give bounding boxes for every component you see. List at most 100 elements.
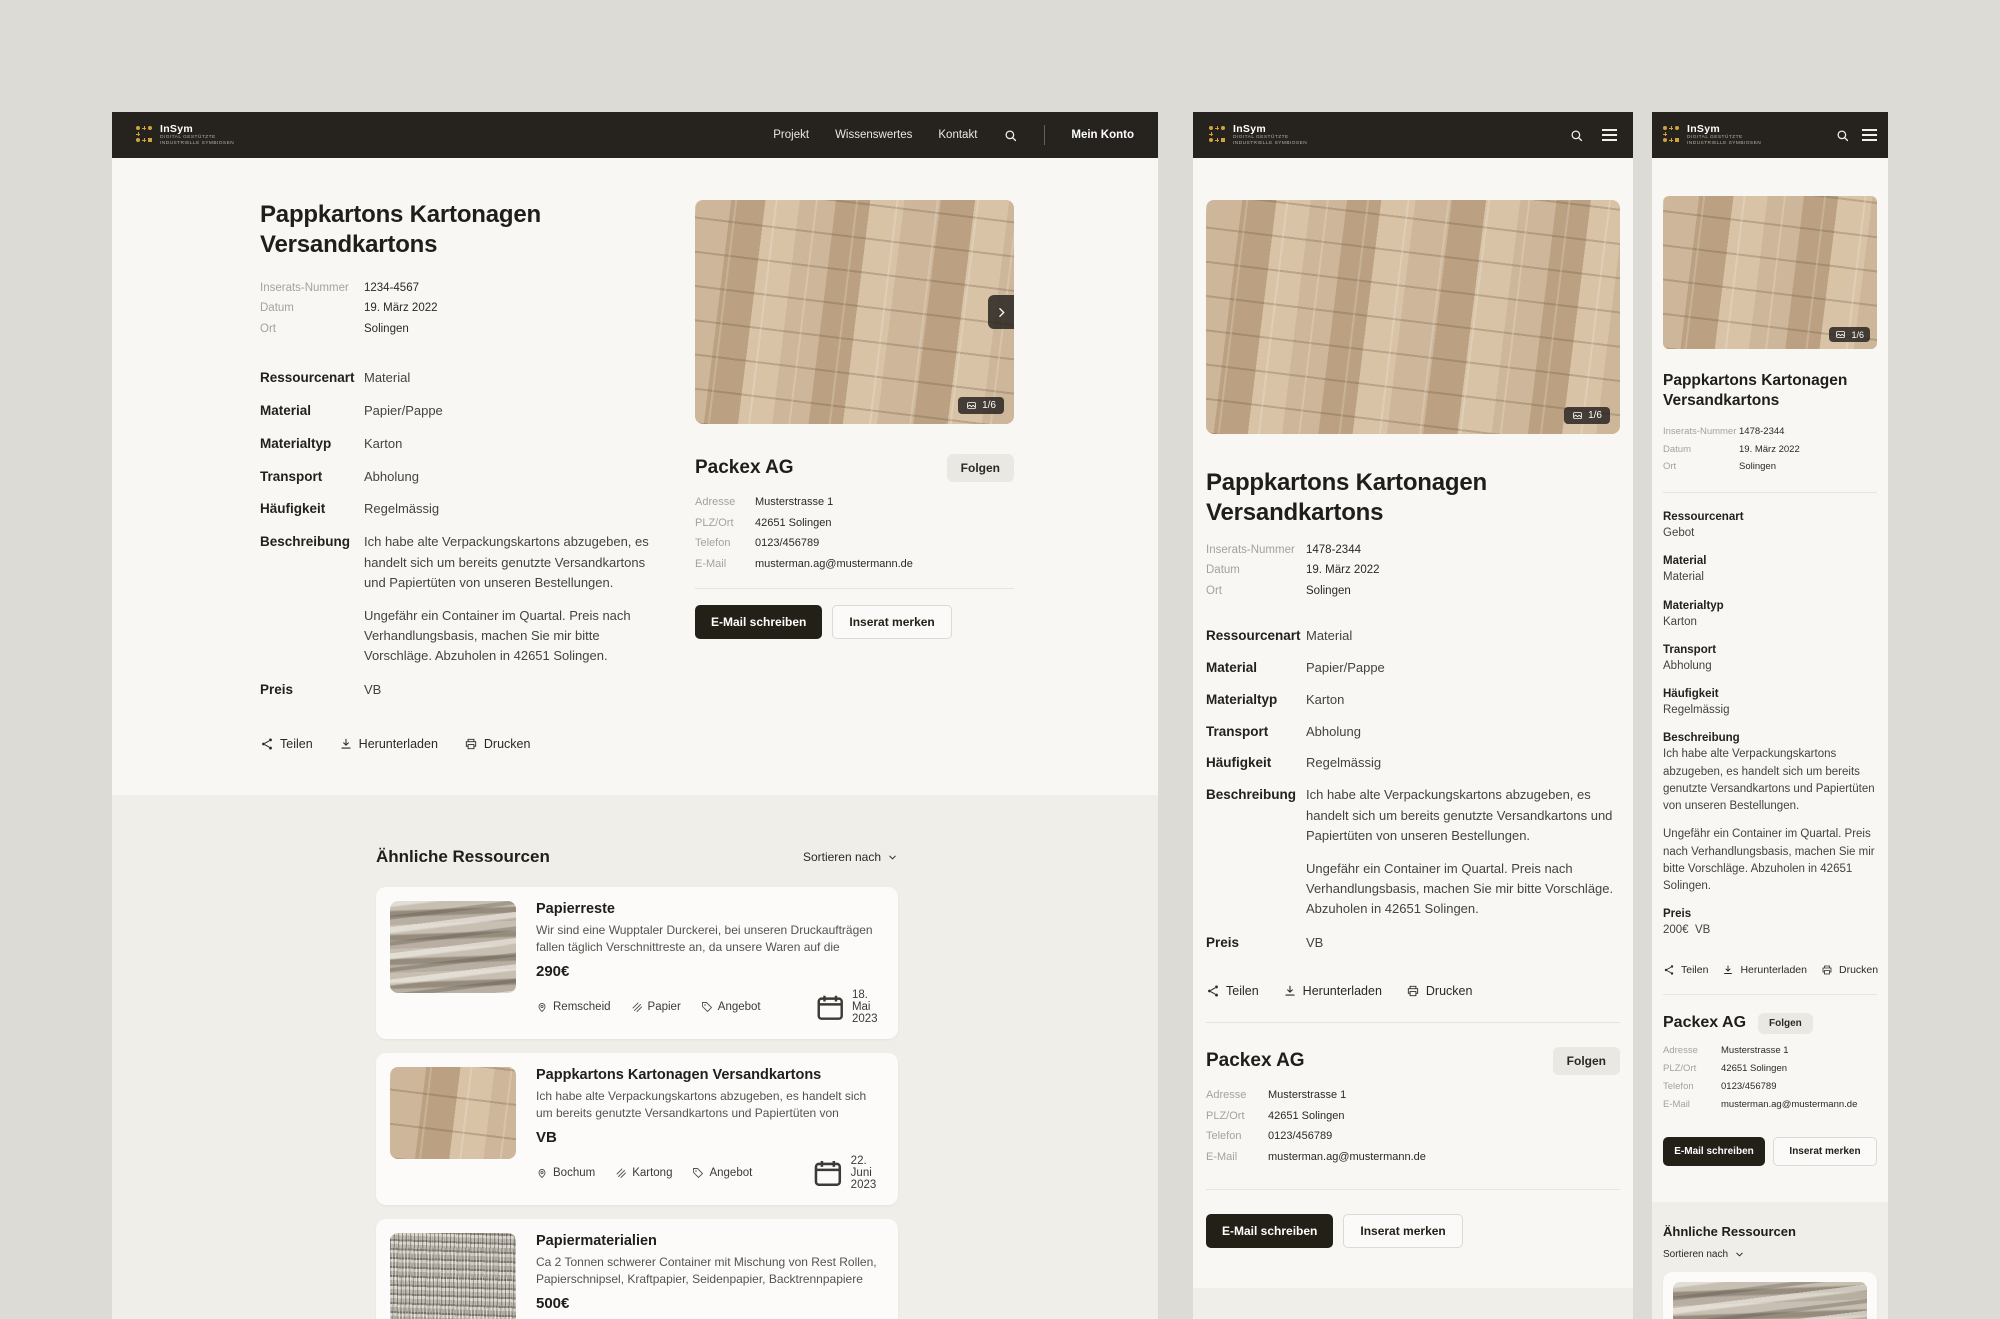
tablet-header: InSym DIGITAL GESTÜTZTE INDUSTRIELLE SYM… (1193, 112, 1633, 158)
similar-resource-card[interactable] (1663, 1272, 1877, 1319)
logo[interactable]: InSym DIGITAL GESTÜTZTE INDUSTRIELLE SYM… (1663, 124, 1761, 145)
similar-resource-card[interactable]: Papierreste Wir sind eine Wupptaler Durc… (376, 887, 898, 1039)
search-icon[interactable] (1835, 128, 1850, 143)
divider (1206, 1022, 1620, 1023)
attr-label: Häufigkeit (1206, 753, 1306, 774)
attr-label: Häufigkeit (1663, 688, 1877, 700)
contact-label: E-Mail (1663, 1098, 1721, 1112)
attr-value: Papier/Pappe (1306, 658, 1620, 679)
company-contact: AdresseMusterstrasse 1 PLZ/Ort42651 Soli… (1663, 1044, 1877, 1113)
card-date: 22. Juni 2023 (810, 1155, 884, 1191)
meta-value: 19. März 2022 (1739, 443, 1800, 457)
description-label: Beschreibung (1206, 785, 1306, 919)
contact-value: musterman.ag@mustermann.de (755, 556, 913, 573)
save-listing-button[interactable]: Inserat merken (1343, 1214, 1462, 1248)
brand-name: InSym (160, 124, 234, 135)
save-listing-button[interactable]: Inserat merken (832, 605, 951, 639)
main-nav: Projekt Wissenswertes Kontakt Mein Konto (773, 125, 1134, 145)
contact-label: Telefon (695, 535, 755, 552)
logo-mark-icon (1663, 126, 1680, 143)
email-button[interactable]: E-Mail schreiben (1663, 1137, 1765, 1166)
menu-icon[interactable] (1862, 127, 1877, 143)
meta-label: Ort (1663, 460, 1739, 474)
email-button[interactable]: E-Mail schreiben (695, 605, 822, 639)
price-label: Preis (1663, 908, 1877, 920)
follow-button[interactable]: Folgen (947, 454, 1014, 482)
meta-value: Solingen (1739, 460, 1776, 474)
download-button[interactable]: Herunterladen (339, 737, 438, 751)
sort-dropdown[interactable]: Sortieren nach (1663, 1249, 1877, 1260)
material-tag: Kartong (615, 1167, 672, 1179)
download-button[interactable]: Herunterladen (1722, 964, 1807, 976)
share-icon (1663, 964, 1675, 976)
follow-button[interactable]: Folgen (1553, 1047, 1620, 1075)
listing-image-carousel[interactable]: 1/6 (1663, 196, 1877, 349)
nav-wissenswertes[interactable]: Wissenswertes (835, 129, 912, 141)
brand-name: InSym (1687, 124, 1761, 135)
meta-value: Solingen (1306, 583, 1351, 600)
listing-image-carousel[interactable]: 1/6 (1206, 200, 1620, 434)
attr-value: Regelmässig (364, 499, 659, 520)
email-button[interactable]: E-Mail schreiben (1206, 1214, 1333, 1248)
logo[interactable]: InSym DIGITAL GESTÜTZTE INDUSTRIELLE SYM… (1209, 124, 1307, 145)
description-text: Ich habe alte Verpackungskartons abzugeb… (1663, 746, 1877, 895)
contact-value: Musterstrasse 1 (1721, 1044, 1789, 1058)
nav-kontakt[interactable]: Kontakt (938, 129, 977, 141)
share-button[interactable]: Teilen (260, 737, 313, 751)
share-button[interactable]: Teilen (1663, 964, 1708, 976)
card-description: Ich habe alte Verpackungskartons abzugeb… (536, 1088, 884, 1122)
calendar-icon (813, 990, 847, 1024)
download-icon (1283, 984, 1297, 998)
image-icon (966, 400, 977, 411)
contact-label: Adresse (1206, 1087, 1268, 1104)
attr-label: Materialtyp (1206, 690, 1306, 711)
print-button[interactable]: Drucken (1821, 964, 1878, 976)
thumbnail-shredded-paper (390, 1233, 516, 1319)
similar-resource-card[interactable]: Papiermaterialien Ca 2 Tonnen schwerer C… (376, 1219, 898, 1319)
contact-value: 0123/456789 (1268, 1128, 1332, 1145)
share-icon (260, 737, 274, 751)
logo-mark-icon (1209, 126, 1226, 143)
download-button[interactable]: Herunterladen (1283, 984, 1382, 998)
meta-label: Inserats-Nummer (260, 280, 364, 297)
meta-value: 19. März 2022 (1306, 562, 1380, 579)
meta-value: 19. März 2022 (364, 300, 438, 317)
brand-name: InSym (1233, 124, 1307, 135)
print-icon (1406, 984, 1420, 998)
thumbnail-paper-waves (1673, 1282, 1867, 1319)
search-icon[interactable] (1003, 128, 1018, 143)
nav-mein-konto[interactable]: Mein Konto (1071, 129, 1134, 141)
attr-label: Materialtyp (1663, 600, 1877, 612)
page-title: Pappkartons Kartonagen Versandkartons (1206, 468, 1536, 528)
similar-resources-section: Ähnliche Ressourcen Sortieren nach Papie… (1193, 1288, 1633, 1319)
meta-value: 1234-4567 (364, 280, 419, 297)
contact-value: 0123/456789 (755, 535, 819, 552)
print-button[interactable]: Drucken (464, 737, 531, 751)
image-icon (1572, 410, 1583, 421)
similar-resource-card[interactable]: Pappkartons Kartonagen Versandkartons Ic… (376, 1053, 898, 1205)
brand-tagline: INDUSTRIELLE SYMBIOSEN (160, 141, 234, 146)
print-button[interactable]: Drucken (1406, 984, 1473, 998)
attr-label: Material (1206, 658, 1306, 679)
sort-dropdown[interactable]: Sortieren nach (803, 850, 898, 864)
image-counter-badge: 1/6 (1564, 407, 1610, 424)
menu-icon[interactable] (1602, 127, 1617, 143)
follow-button[interactable]: Folgen (1758, 1013, 1813, 1034)
listing-image-carousel[interactable]: 1/6 (695, 200, 1014, 424)
save-listing-button[interactable]: Inserat merken (1773, 1137, 1877, 1166)
attr-label: Materialtyp (260, 434, 364, 455)
description-label: Beschreibung (1663, 732, 1877, 744)
attribute-list: RessourcenartMaterial MaterialPapier/Pap… (1206, 626, 1620, 954)
card-title: Pappkartons Kartonagen Versandkartons (536, 1067, 884, 1083)
meta-value: Solingen (364, 321, 409, 338)
carousel-next-button[interactable] (988, 295, 1014, 329)
meta-label: Inserats-Nummer (1663, 425, 1739, 439)
contact-value: 42651 Solingen (1268, 1108, 1344, 1125)
logo[interactable]: InSym DIGITAL GESTÜTZTE INDUSTRIELLE SYM… (136, 124, 234, 145)
attr-value: Karton (364, 434, 659, 455)
nav-projekt[interactable]: Projekt (773, 129, 809, 141)
description-text: Ich habe alte Verpackungskartons abzugeb… (364, 532, 659, 666)
share-button[interactable]: Teilen (1206, 984, 1259, 998)
search-icon[interactable] (1569, 128, 1584, 143)
meta-value: 1478-2344 (1739, 425, 1784, 439)
